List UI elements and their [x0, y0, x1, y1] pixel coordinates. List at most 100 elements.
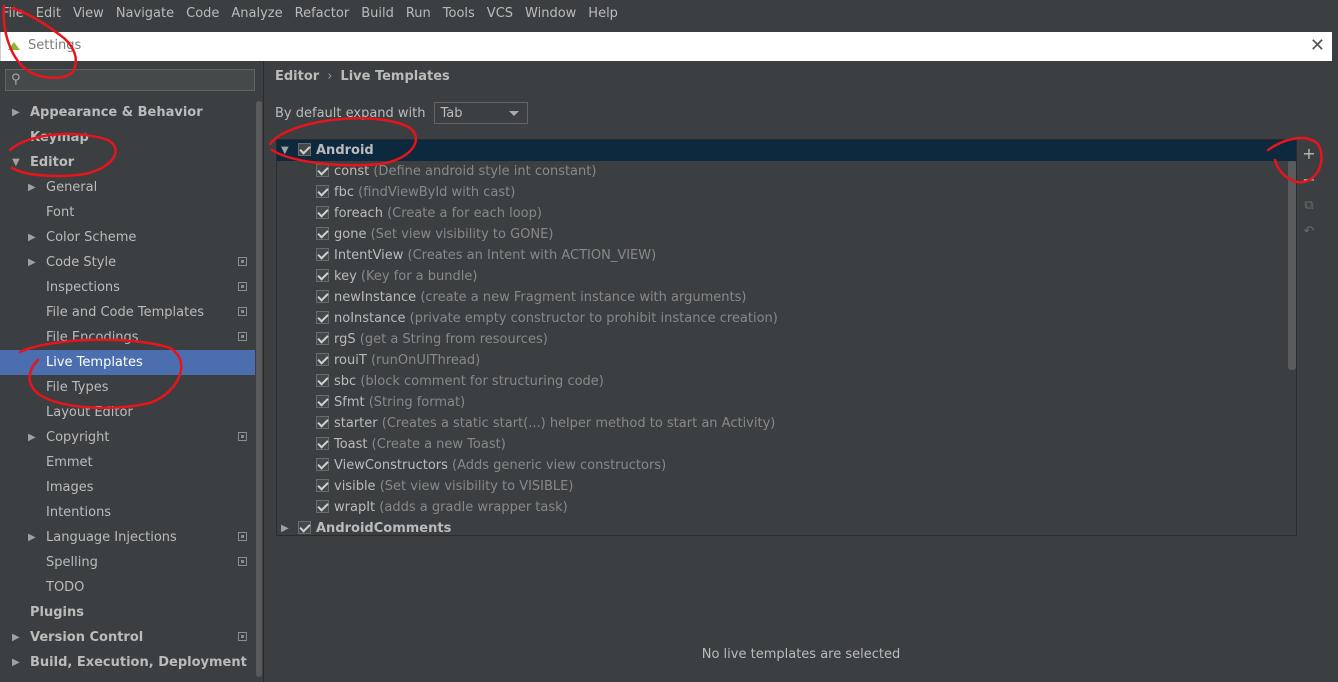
template-row[interactable]: fbc (findViewById with cast)	[277, 182, 1285, 203]
tree-item-live-templates[interactable]: Live Templates	[0, 350, 255, 375]
template-checkbox[interactable]	[316, 206, 329, 219]
template-checkbox[interactable]	[316, 374, 329, 387]
menu-help[interactable]: Help	[582, 6, 624, 21]
tree-item-spelling[interactable]: Spelling	[0, 550, 255, 575]
template-checkbox[interactable]	[316, 164, 329, 177]
template-checkbox[interactable]	[316, 500, 329, 513]
chevron-right-icon[interactable]: ▶	[28, 425, 36, 450]
template-row[interactable]: const (Define android style int constant…	[277, 161, 1285, 182]
template-row[interactable]: key (Key for a bundle)	[277, 266, 1285, 287]
chevron-down-icon[interactable]: ▼	[281, 140, 289, 161]
menu-view[interactable]: View	[67, 6, 110, 21]
tree-item-build-execution-deployment[interactable]: ▶ Build, Execution, Deployment	[0, 650, 255, 675]
tree-item-font[interactable]: Font	[0, 200, 255, 225]
menu-analyze[interactable]: Analyze	[225, 6, 288, 21]
template-row[interactable]: gone (Set view visibility to GONE)	[277, 224, 1285, 245]
chevron-right-icon[interactable]: ▶	[28, 525, 36, 550]
tree-item-images[interactable]: Images	[0, 475, 255, 500]
template-row[interactable]: foreach (Create a for each loop)	[277, 203, 1285, 224]
template-group[interactable]: ▶ AndroidComments	[277, 518, 1296, 535]
restore-icon[interactable]: ↶	[1296, 219, 1322, 245]
chevron-right-icon[interactable]: ▶	[28, 225, 36, 250]
template-row[interactable]: IntentView (Creates an Intent with ACTIO…	[277, 245, 1285, 266]
tree-item-appearance-behavior[interactable]: ▶ Appearance & Behavior	[0, 100, 255, 125]
tree-item-label: TODO	[46, 580, 85, 595]
tree-item-language-injections[interactable]: ▶ Language Injections	[0, 525, 255, 550]
tree-item-color-scheme[interactable]: ▶ Color Scheme	[0, 225, 255, 250]
template-row[interactable]: Sfmt (String format)	[277, 392, 1285, 413]
chevron-right-icon[interactable]: ▶	[12, 100, 20, 125]
menu-build[interactable]: Build	[355, 6, 400, 21]
template-checkbox[interactable]	[316, 290, 329, 303]
chevron-right-icon[interactable]: ▶	[28, 175, 36, 200]
template-row[interactable]: noInstance (private empty constructor to…	[277, 308, 1285, 329]
tree-item-layout-editor[interactable]: Layout Editor	[0, 400, 255, 425]
template-checkbox[interactable]	[316, 458, 329, 471]
template-checkbox[interactable]	[316, 185, 329, 198]
templates-scrollbar[interactable]	[1288, 160, 1296, 370]
tree-item-keymap[interactable]: Keymap	[0, 125, 255, 150]
chevron-down-icon[interactable]: ▼	[12, 150, 20, 175]
template-group[interactable]: ▼ Android	[277, 140, 1296, 161]
search-input[interactable]: ⚲	[5, 69, 255, 91]
chevron-right-icon[interactable]: ▶	[12, 625, 20, 650]
template-row[interactable]: ViewConstructors (Adds generic view cons…	[277, 455, 1285, 476]
menu-code[interactable]: Code	[180, 6, 225, 21]
template-row[interactable]: visible (Set view visibility to VISIBLE)	[277, 476, 1285, 497]
template-checkbox[interactable]	[316, 353, 329, 366]
tree-item-general[interactable]: ▶ General	[0, 175, 255, 200]
template-checkbox[interactable]	[316, 311, 329, 324]
template-row[interactable]: newInstance (create a new Fragment insta…	[277, 287, 1285, 308]
template-row[interactable]: Toast (Create a new Toast)	[277, 434, 1285, 455]
template-checkbox[interactable]	[316, 479, 329, 492]
menu-file[interactable]: File	[0, 6, 30, 21]
template-checkbox[interactable]	[316, 437, 329, 450]
template-checkbox[interactable]	[316, 395, 329, 408]
chevron-right-icon[interactable]: ▶	[281, 518, 289, 535]
expand-with-select[interactable]: Tab	[433, 102, 528, 124]
menu-navigate[interactable]: Navigate	[110, 6, 180, 21]
template-checkbox[interactable]	[316, 416, 329, 429]
menu-refactor[interactable]: Refactor	[289, 6, 356, 21]
tree-item-intentions[interactable]: Intentions	[0, 500, 255, 525]
menu-run[interactable]: Run	[400, 6, 437, 21]
breadcrumb-editor[interactable]: Editor	[275, 69, 319, 84]
menu-window[interactable]: Window	[519, 6, 582, 21]
group-checkbox[interactable]	[298, 143, 311, 156]
menu-edit[interactable]: Edit	[30, 6, 67, 21]
template-checkbox[interactable]	[316, 332, 329, 345]
add-icon[interactable]: +	[1296, 141, 1322, 167]
template-checkbox[interactable]	[316, 269, 329, 282]
tree-item-code-style[interactable]: ▶ Code Style	[0, 250, 255, 275]
template-row[interactable]: starter (Creates a static start(...) hel…	[277, 413, 1285, 434]
sidebar-scrollbar[interactable]	[256, 101, 262, 677]
tree-item-todo[interactable]: TODO	[0, 575, 255, 600]
template-row[interactable]: rouiT (runOnUIThread)	[277, 350, 1285, 371]
tree-item-inspections[interactable]: Inspections	[0, 275, 255, 300]
tree-item-label: Color Scheme	[46, 230, 137, 245]
template-checkbox[interactable]	[316, 227, 329, 240]
tree-item-file-and-code-templates[interactable]: File and Code Templates	[0, 300, 255, 325]
template-checkbox[interactable]	[316, 248, 329, 261]
close-icon[interactable]: ✕	[1310, 35, 1325, 56]
template-row[interactable]: sbc (block comment for structuring code)	[277, 371, 1285, 392]
tree-item-file-encodings[interactable]: File Encodings	[0, 325, 255, 350]
menu-vcs[interactable]: VCS	[481, 6, 519, 21]
tree-item-file-types[interactable]: File Types	[0, 375, 255, 400]
template-row[interactable]: rgS (get a String from resources)	[277, 329, 1285, 350]
breadcrumb: Editor › Live Templates	[275, 69, 450, 84]
chevron-right-icon[interactable]: ▶	[28, 250, 36, 275]
tree-item-editor[interactable]: ▼ Editor	[0, 150, 255, 175]
tree-item-copyright[interactable]: ▶ Copyright	[0, 425, 255, 450]
tree-item-plugins[interactable]: Plugins	[0, 600, 255, 625]
template-description: (Set view visibility to VISIBLE)	[379, 479, 574, 494]
template-row[interactable]: wrapIt (adds a gradle wrapper task)	[277, 497, 1285, 518]
template-text: wrapIt (adds a gradle wrapper task)	[334, 497, 568, 518]
remove-icon[interactable]: −	[1296, 167, 1322, 193]
tree-item-emmet[interactable]: Emmet	[0, 450, 255, 475]
menu-tools[interactable]: Tools	[437, 6, 481, 21]
copy-icon[interactable]: ⧉	[1296, 193, 1322, 219]
chevron-right-icon[interactable]: ▶	[12, 650, 20, 675]
tree-item-version-control[interactable]: ▶ Version Control	[0, 625, 255, 650]
group-checkbox[interactable]	[298, 521, 311, 534]
